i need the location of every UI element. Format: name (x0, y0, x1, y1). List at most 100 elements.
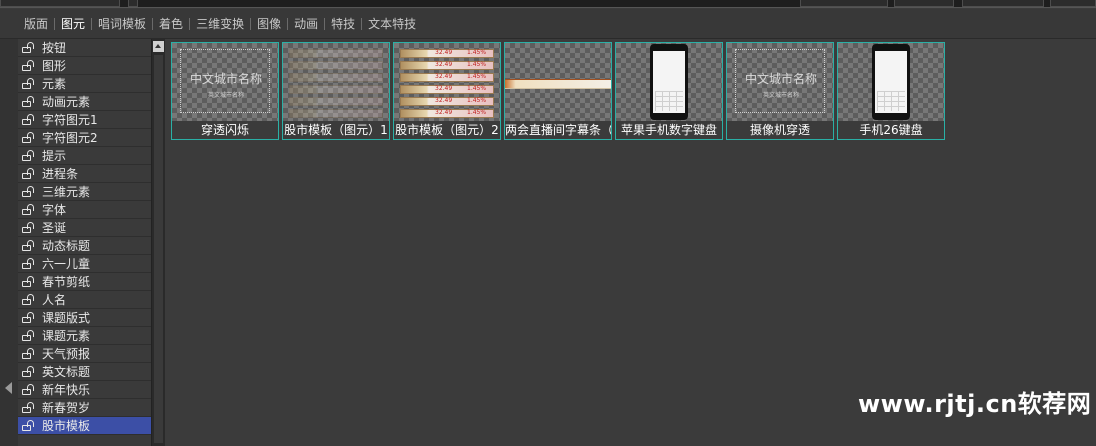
tree-item[interactable]: 英文标题 (18, 363, 151, 381)
tab-0[interactable]: 版面 (18, 9, 54, 39)
tree-item[interactable]: 课题版式 (18, 309, 151, 327)
tree-item-label: 进程条 (42, 167, 79, 181)
preview-title: 中文城市名称 (189, 72, 262, 86)
collapse-panel-icon[interactable] (5, 382, 12, 394)
lock-icon (22, 185, 36, 198)
lock-icon (22, 131, 36, 144)
template-thumbnail[interactable]: 32.49 1.45% 32.49 1.45% 32.49 1.45% 32.49 1.45%… (393, 42, 501, 140)
tree-item[interactable]: 按钮 (18, 39, 151, 57)
tree-item-label: 字符图元2 (42, 131, 98, 145)
template-thumbnail[interactable]: 手机26键盘 (837, 42, 945, 140)
tree-item[interactable]: 股市模板 (18, 417, 151, 435)
tree-item-label: 字符图元1 (42, 113, 98, 127)
caption-strip-art (505, 79, 611, 89)
thumbnail-preview: 中文城市名称 英文城市名称 (727, 43, 833, 121)
tree-item[interactable]: 字符图元2 (18, 129, 151, 147)
lock-icon (22, 347, 36, 360)
tree-item[interactable]: 六一儿童 (18, 255, 151, 273)
stock-change: 1.45% (467, 61, 487, 68)
template-thumbnail[interactable]: 中文城市名称 英文城市名称摄像机穿透 (726, 42, 834, 140)
thumbnail-preview: 中文城市名称英文城市名称 (172, 43, 278, 121)
toolbar-segment[interactable] (1050, 0, 1096, 7)
toolbar-segment[interactable] (128, 0, 138, 7)
stock-change: 1.45% (467, 73, 487, 80)
stock-row (289, 109, 383, 118)
scroll-up-icon[interactable] (153, 41, 164, 52)
tree-item-label: 动态标题 (42, 239, 91, 253)
tree-item-label: 圣诞 (42, 221, 67, 235)
lock-icon (22, 203, 36, 216)
tab-1[interactable]: 图元 (55, 9, 91, 39)
tree-item-label: 图形 (42, 59, 67, 73)
tree-item[interactable]: 春节剪纸 (18, 273, 151, 291)
tab-8[interactable]: 文本特技 (362, 9, 422, 39)
tab-3[interactable]: 着色 (153, 9, 189, 39)
tree-item[interactable]: 新年快乐 (18, 381, 151, 399)
lock-icon (22, 95, 36, 108)
tab-2[interactable]: 唱词模板 (92, 9, 152, 39)
toolbar-segment[interactable] (0, 0, 120, 7)
tree-item[interactable]: 图形 (18, 57, 151, 75)
stock-price: 32.49 (435, 109, 453, 116)
tree-item[interactable]: 课题元素 (18, 327, 151, 345)
thumbnail-preview (838, 43, 944, 121)
tree-scrollbar[interactable] (151, 39, 165, 446)
lock-icon (22, 59, 36, 72)
template-thumbnail[interactable]: 股市模板（图元）1 (282, 42, 390, 140)
scroll-thumb[interactable] (154, 55, 163, 443)
lock-icon (22, 239, 36, 252)
tree-item[interactable]: 字符图元1 (18, 111, 151, 129)
lock-icon (22, 401, 36, 414)
stock-price: 32.49 (435, 61, 453, 68)
template-thumbnail[interactable]: 中文城市名称英文城市名称穿透闪烁 (171, 42, 279, 140)
preview-subtitle: 英文城市名称 (207, 92, 244, 99)
tree-item[interactable]: 圣诞 (18, 219, 151, 237)
top-toolbar-strip (0, 0, 1096, 8)
lock-icon (22, 329, 36, 342)
keyboard-icon (877, 91, 905, 111)
template-thumbnail[interactable]: 苹果手机数字键盘 (615, 42, 723, 140)
stock-row: 32.49 1.45% (400, 61, 494, 70)
stock-row (289, 73, 383, 82)
keyboard-icon (655, 91, 683, 111)
tree-item-label: 按钮 (42, 41, 67, 55)
lock-icon (22, 275, 36, 288)
lock-icon (22, 41, 36, 54)
lock-icon (22, 77, 36, 90)
tree-item-label: 英文标题 (42, 365, 91, 379)
toolbar-segment[interactable] (800, 0, 888, 7)
tab-7[interactable]: 特技 (325, 9, 361, 39)
tree-item[interactable]: 新春贺岁 (18, 399, 151, 417)
phone-icon (650, 44, 688, 120)
tree-item-label: 课题版式 (42, 311, 91, 325)
thumbnail-label: 手机26键盘 (859, 123, 923, 137)
tree-item[interactable]: 动画元素 (18, 93, 151, 111)
thumbnail-label: 两会直播间字幕条（图 (505, 123, 611, 137)
tree-item[interactable]: 提示 (18, 147, 151, 165)
stock-price: 32.49 (435, 97, 453, 104)
tree-item[interactable]: 字体 (18, 201, 151, 219)
tab-5[interactable]: 图像 (251, 9, 287, 39)
tree-item-label: 新春贺岁 (42, 401, 91, 415)
lock-icon (22, 383, 36, 396)
toolbar-segment[interactable] (894, 0, 954, 7)
tree-item[interactable]: 三维元素 (18, 183, 151, 201)
tree-item[interactable]: 人名 (18, 291, 151, 309)
tree-item-label: 动画元素 (42, 95, 91, 109)
thumbnail-label: 穿透闪烁 (200, 123, 249, 137)
thumbnail-label: 摄像机穿透 (749, 123, 810, 137)
left-gutter (0, 39, 18, 446)
tree-item-label: 字体 (42, 203, 67, 217)
tree-item[interactable]: 进程条 (18, 165, 151, 183)
lock-icon (22, 419, 36, 432)
stock-rows-art: 32.49 1.45% 32.49 1.45% 32.49 1.45% 32.49 1.45%… (400, 49, 494, 121)
tab-6[interactable]: 动画 (288, 9, 324, 39)
tree-item[interactable]: 动态标题 (18, 237, 151, 255)
toolbar-segment[interactable] (962, 0, 1044, 7)
tree-item-label: 提示 (42, 149, 67, 163)
tree-item[interactable]: 天气预报 (18, 345, 151, 363)
template-thumbnail[interactable]: 两会直播间字幕条（图 (504, 42, 612, 140)
tab-4[interactable]: 三维变换 (190, 9, 250, 39)
tree-item[interactable]: 元素 (18, 75, 151, 93)
stock-row: 32.49 1.45% (400, 97, 494, 106)
